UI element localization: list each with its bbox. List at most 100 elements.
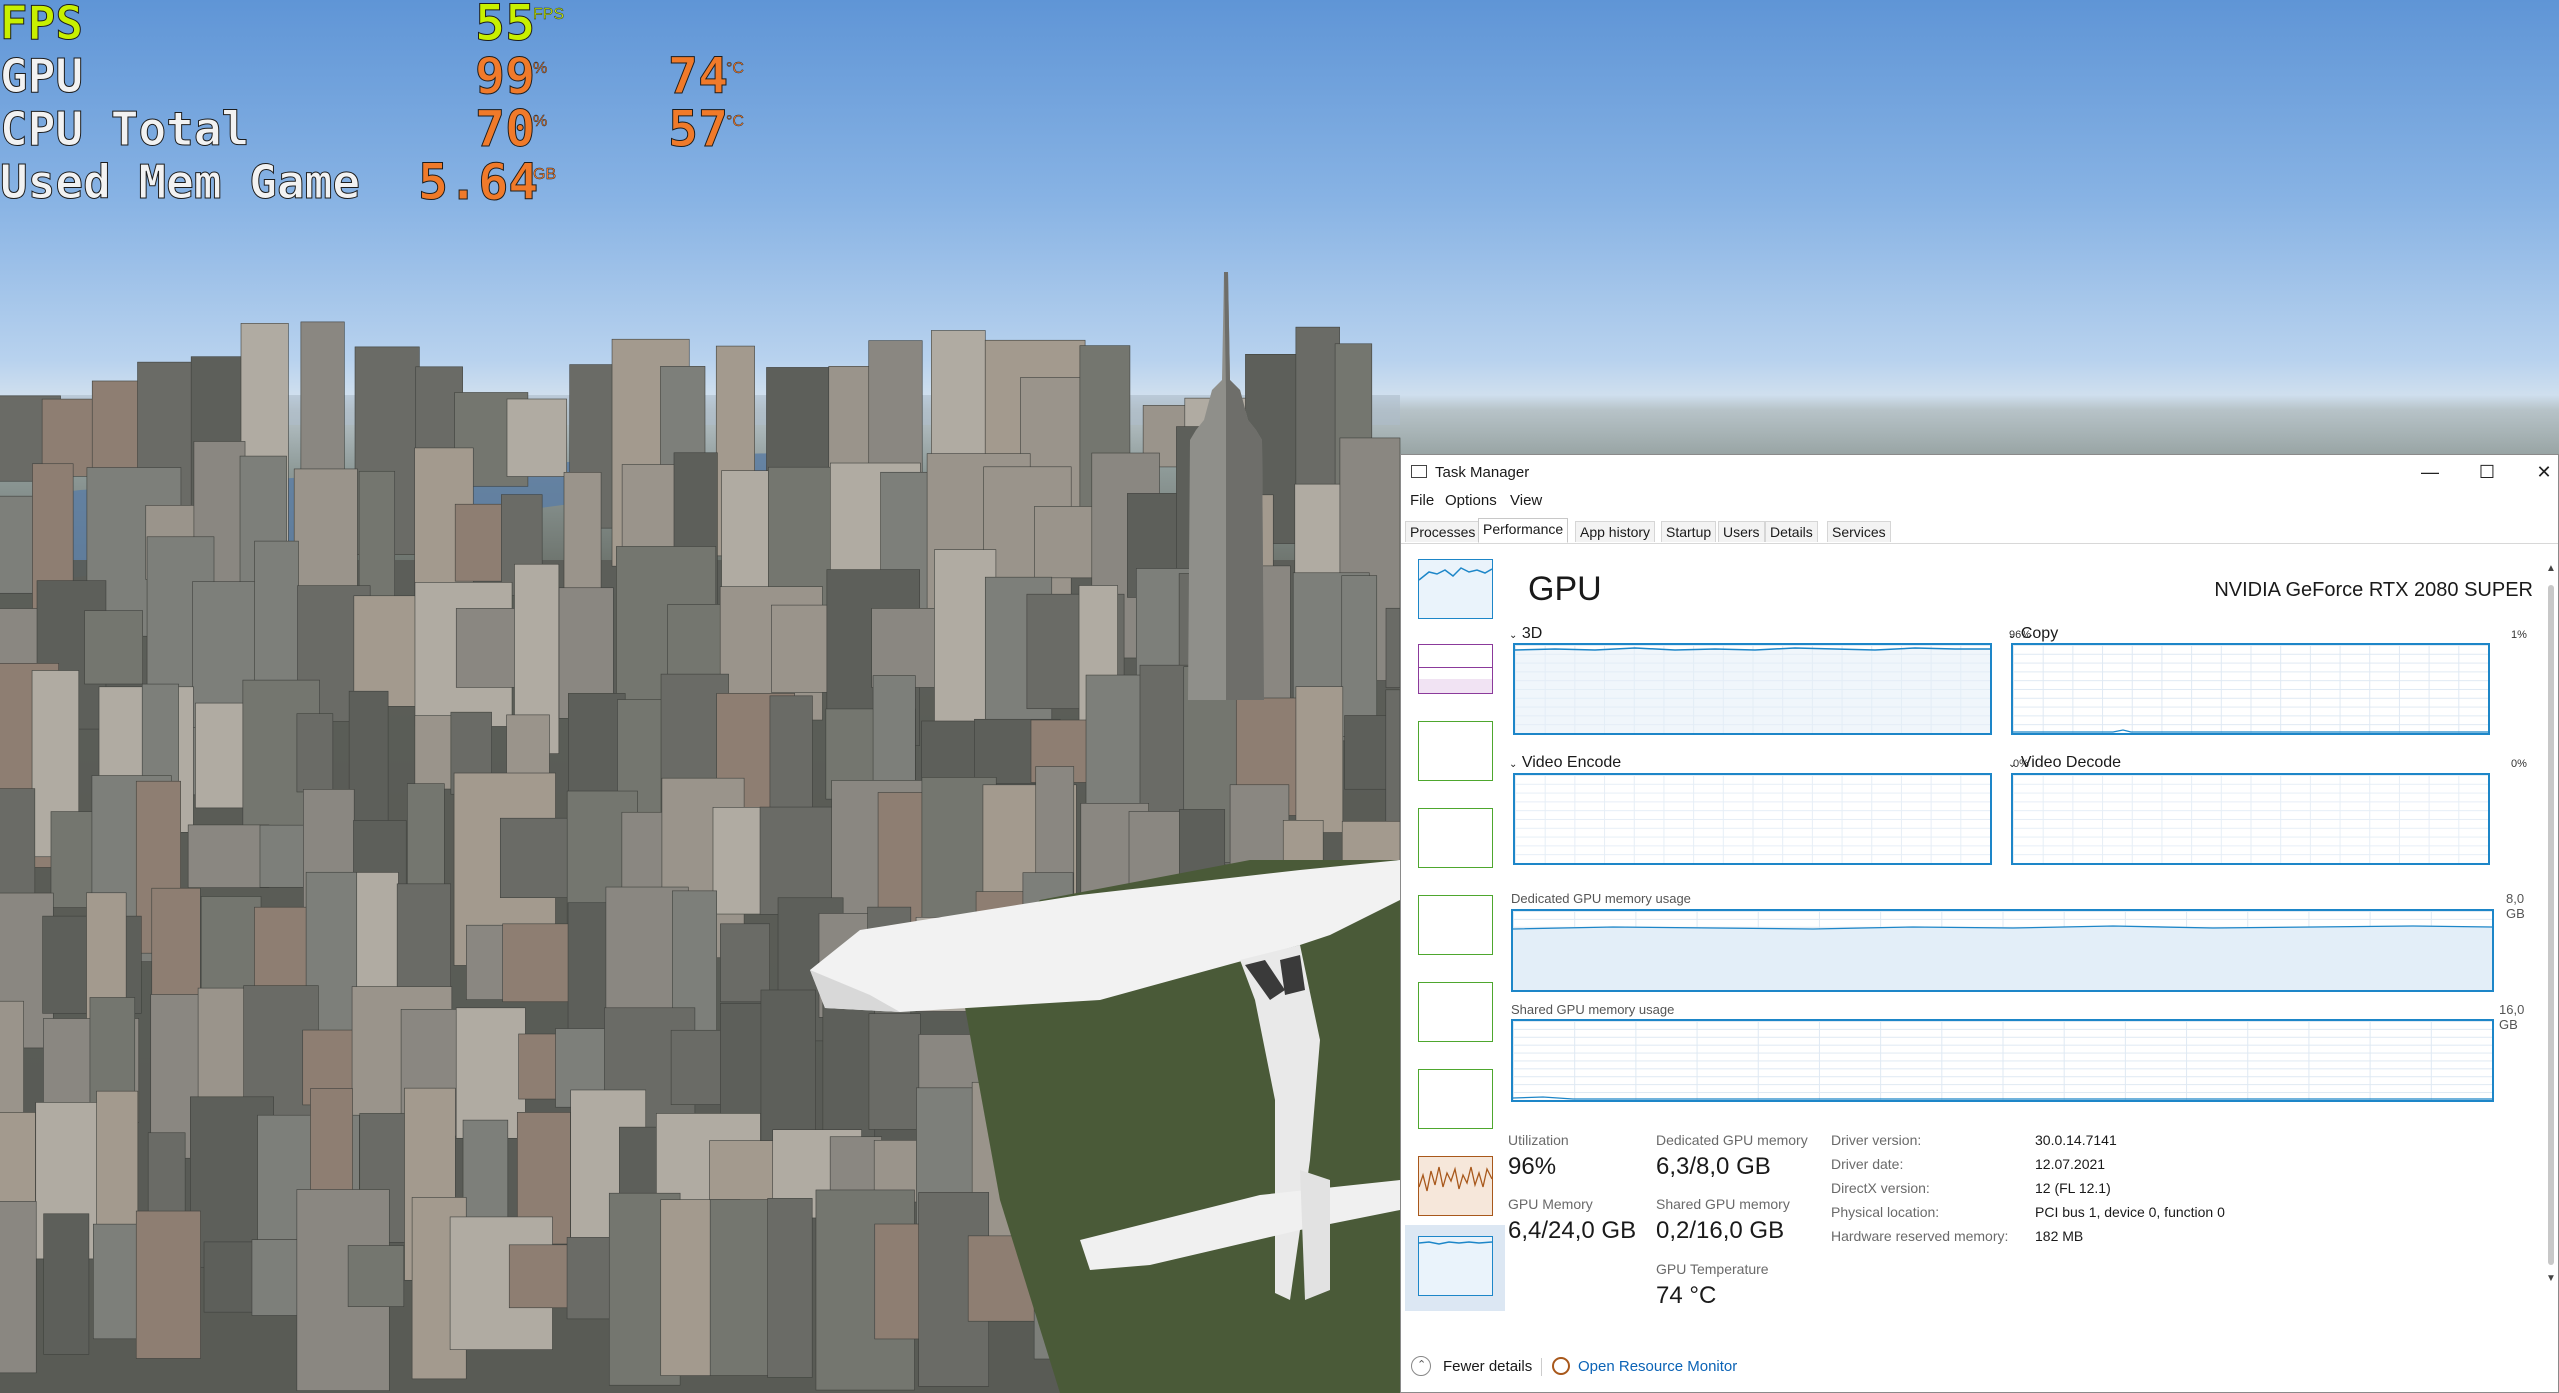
hud-gpu-value: 99 (474, 47, 536, 105)
shared-memory-graph-line (1513, 1096, 2492, 1100)
shared-memory-graph-max: 16,0 GB (2499, 1002, 2525, 1032)
chevron-down-icon: ⌄ (2008, 630, 2017, 641)
engine-3d-selector[interactable]: ⌄ 3D (1509, 625, 1542, 643)
driver-version-key: Driver version: (1831, 1132, 1922, 1148)
scroll-up-arrow-icon[interactable]: ▲ (2546, 563, 2556, 574)
gpu-memory-label: GPU Memory (1508, 1196, 1593, 1212)
hud-cpu-unit: % (533, 113, 548, 130)
engine-copy-percent: 1% (2511, 629, 2527, 641)
sidebar-item-disk-3[interactable] (1418, 982, 1493, 1042)
city-building (43, 1213, 90, 1355)
city-building (1341, 575, 1378, 737)
utilization-value: 96% (1508, 1153, 1557, 1180)
sidebar-item-disk-0[interactable] (1418, 721, 1493, 781)
city-building (251, 1239, 299, 1316)
city-building (84, 610, 143, 685)
shared-memory-graph-label: Shared GPU memory usage (1511, 1002, 1675, 1017)
sidebar-item-cpu[interactable] (1418, 559, 1493, 619)
hud-cpu-label: CPU Total (0, 102, 250, 156)
menu-file[interactable]: File (1410, 492, 1434, 509)
cpu-mini-graph (1418, 567, 1493, 581)
tab-app-history[interactable]: App history (1575, 521, 1656, 542)
gpu-memory-value: 6,4/24,0 GB (1508, 1217, 1637, 1244)
fewer-details-chevron-icon[interactable]: ⌃ (1411, 1356, 1431, 1376)
physical-location-key: Physical location: (1831, 1204, 1940, 1220)
city-building (135, 1210, 201, 1359)
engine-video-decode-percent: 0% (2511, 758, 2527, 770)
sidebar-item-ethernet[interactable] (1418, 1156, 1493, 1216)
hud-gpu-temp: 74 (667, 47, 729, 105)
tab-details[interactable]: Details (1765, 521, 1818, 542)
engine-video-encode-selector[interactable]: ⌄ Video Encode (1509, 754, 1621, 772)
city-building (1385, 607, 1401, 688)
engine-video-decode-graph (2011, 773, 2490, 865)
shared-memory-value: 0,2/16,0 GB (1656, 1217, 1785, 1244)
tab-users[interactable]: Users (1718, 521, 1765, 542)
engine-copy-graph (2011, 643, 2490, 735)
tab-performance[interactable]: Performance (1478, 518, 1569, 543)
sidebar-item-disk-4[interactable] (1418, 1069, 1493, 1129)
hud-gpu-temp-unit: °C (726, 60, 744, 77)
menu-options[interactable]: Options (1445, 492, 1497, 509)
dedicated-memory-graph-max: 8,0 GB (2506, 891, 2525, 921)
engine-video-decode-label: Video Decode (2020, 754, 2122, 771)
driver-date-key: Driver date: (1831, 1156, 1904, 1172)
chevron-down-icon: ⌄ (2008, 759, 2017, 770)
fewer-details-link[interactable]: Fewer details (1443, 1358, 1532, 1375)
engine-copy-graph-line (2013, 729, 2488, 733)
title-bar[interactable]: Task Manager — ☐ ✕ (1401, 455, 2558, 489)
city-building (454, 503, 510, 582)
sidebar-item-disk-1[interactable] (1418, 808, 1493, 868)
sidebar-item-memory[interactable] (1418, 644, 1493, 694)
sidebar-item-gpu[interactable] (1418, 1236, 1493, 1296)
engine-3d-graph-line (1515, 647, 1990, 733)
menu-view[interactable]: View (1510, 492, 1542, 509)
gpu-performance-panel: GPU NVIDIA GeForce RTX 2080 SUPER ⌄ 3D 9… (1503, 545, 2543, 1309)
shared-memory-label: Shared GPU memory (1656, 1196, 1790, 1212)
scroll-down-arrow-icon[interactable]: ▼ (2546, 1273, 2556, 1284)
hud-gpu-label: GPU (0, 49, 84, 103)
tab-strip: Processes Performance App history Startu… (1401, 518, 2558, 544)
tab-processes[interactable]: Processes (1405, 521, 1481, 542)
close-button[interactable]: ✕ (2521, 459, 2559, 485)
minimize-button[interactable]: — (2407, 459, 2453, 485)
hud-fps-value: 55 (474, 0, 536, 52)
hud-cpu-temp-unit: °C (726, 113, 744, 130)
footer-bar: ⌃ Fewer details Open Resource Monitor (1401, 1353, 2558, 1383)
hardware-reserved-memory-key: Hardware reserved memory: (1831, 1228, 2009, 1244)
city-building (348, 690, 389, 826)
vertical-scrollbar[interactable]: ▲ ▼ (2543, 555, 2559, 1295)
sidebar-item-disk-2[interactable] (1418, 895, 1493, 955)
directx-version-value: 12 (FL 12.1) (2035, 1180, 2111, 1196)
resource-monitor-icon (1552, 1357, 1570, 1375)
hud-mem-label: Used Mem Game (0, 155, 361, 209)
city-building (868, 1013, 921, 1130)
open-resource-monitor-link[interactable]: Open Resource Monitor (1578, 1358, 1737, 1375)
driver-version-value: 30.0.14.7141 (2035, 1132, 2117, 1148)
resource-sidebar (1401, 545, 1505, 1313)
tab-startup[interactable]: Startup (1661, 521, 1717, 542)
city-building (1295, 686, 1344, 833)
chevron-down-icon: ⌄ (1509, 759, 1518, 770)
dedicated-memory-graph-label: Dedicated GPU memory usage (1511, 891, 1691, 906)
engine-3d-label: 3D (1521, 625, 1543, 642)
city-building (347, 1245, 405, 1307)
task-manager-app-icon (1411, 465, 1427, 478)
tab-services[interactable]: Services (1827, 521, 1891, 542)
maximize-button[interactable]: ☐ (2464, 459, 2510, 485)
footer-divider (1541, 1358, 1542, 1376)
dedicated-memory-graph (1511, 909, 2494, 992)
gpu-model-name: NVIDIA GeForce RTX 2080 SUPER (2214, 579, 2533, 601)
gpu-heading: GPU (1528, 570, 1602, 608)
gpu-temperature-label: GPU Temperature (1656, 1261, 1769, 1277)
city-building (187, 824, 270, 888)
engine-video-decode-selector[interactable]: ⌄ Video Decode (2008, 754, 2121, 772)
scrollbar-thumb[interactable] (2548, 585, 2554, 1265)
city-building (0, 1201, 37, 1374)
task-manager-window: Task Manager — ☐ ✕ File Options View Pro… (1400, 454, 2559, 1393)
dedicated-memory-label: Dedicated GPU memory (1656, 1132, 1808, 1148)
engine-copy-selector[interactable]: ⌄ Copy (2008, 625, 2058, 643)
driver-date-value: 12.07.2021 (2035, 1156, 2106, 1172)
engine-copy-label: Copy (2020, 625, 2059, 642)
hud-fps-label: FPS (0, 0, 84, 50)
